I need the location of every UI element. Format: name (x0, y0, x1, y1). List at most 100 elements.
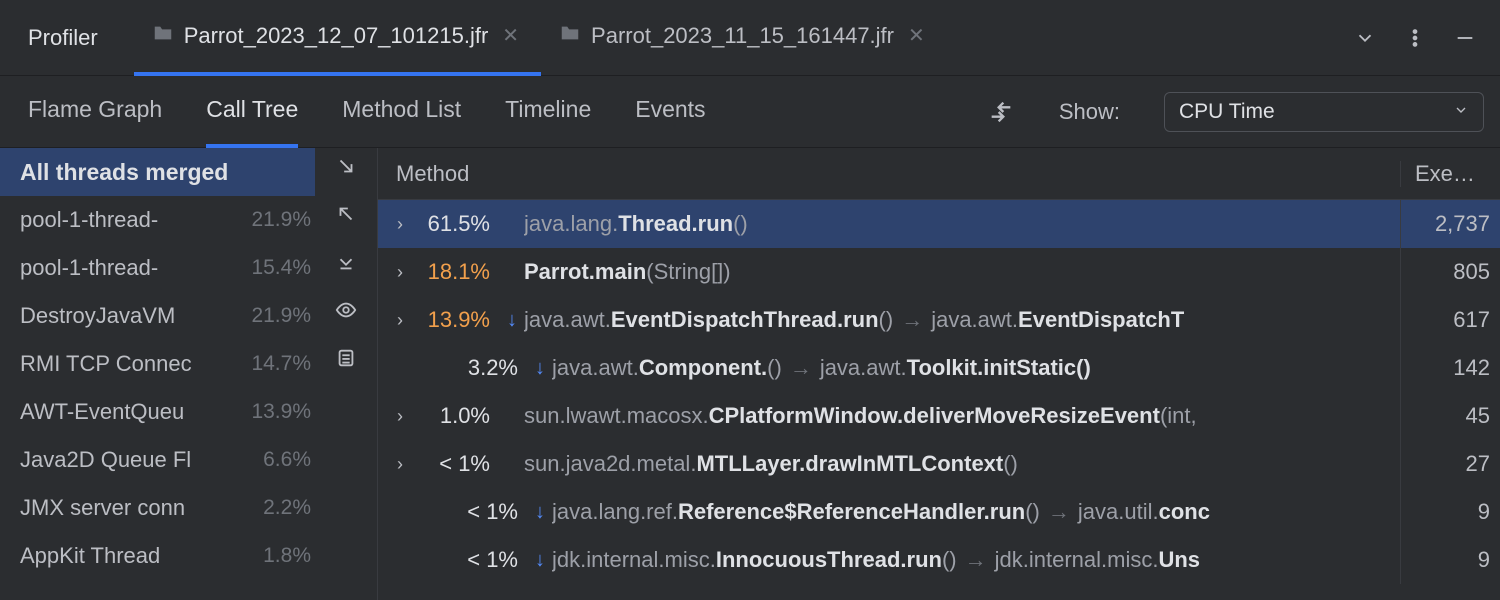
close-icon[interactable]: ✕ (498, 19, 523, 52)
threads-merged[interactable]: All threads merged (0, 148, 315, 196)
tree-pct: 13.9% (412, 307, 500, 333)
tree-cell-method: < 1%↓java.lang.ref.Reference$ReferenceHa… (378, 499, 1400, 525)
collapse-up-icon[interactable] (334, 202, 358, 226)
thread-name: pool-1-thread- (20, 255, 158, 281)
method-text: java.lang.Thread.run() (524, 211, 748, 237)
call-tree: Method Exe… ›61.5%java.lang.Thread.run()… (378, 148, 1500, 600)
thread-row[interactable]: AppKit Thread 1.8% (0, 532, 315, 580)
tree-pct: 18.1% (412, 259, 500, 285)
method-text: java.lang.ref.Reference$ReferenceHandler… (552, 499, 1210, 525)
thread-name: AppKit Thread (20, 543, 160, 569)
tree-cell-method: ›< 1% sun.java2d.metal.MTLLayer.drawInMTL… (378, 451, 1400, 477)
tree-cell-method: ›13.9%↓java.awt.EventDispatchThread.run(… (378, 307, 1400, 333)
expand-down-icon[interactable] (334, 154, 358, 178)
minimize-icon[interactable] (1454, 27, 1476, 49)
method-text: java.awt.Component.()→java.awt.Toolkit.i… (552, 355, 1091, 381)
thread-pct: 2.2% (257, 496, 311, 520)
column-exe[interactable]: Exe… (1400, 161, 1500, 187)
tree-cell-method: ›61.5% java.lang.Thread.run() (378, 211, 1400, 237)
thread-row[interactable]: JMX server conn2.2% (0, 484, 315, 532)
recursive-icon: ↓ (528, 501, 552, 524)
tree-pct: < 1% (440, 547, 528, 573)
tree-exe: 9 (1400, 488, 1500, 536)
thread-name: DestroyJavaVM (20, 303, 175, 329)
thread-row[interactable]: pool-1-thread-21.9% (0, 196, 315, 244)
method-text: java.awt.EventDispatchThread.run()→java.… (524, 307, 1184, 333)
show-select[interactable]: CPU Time (1164, 92, 1484, 132)
thread-pct: 21.9% (245, 304, 311, 328)
compare-icon[interactable] (987, 98, 1015, 126)
thread-panel: All threads merged pool-1-thread-21.9%po… (0, 148, 378, 600)
list-icon[interactable] (334, 346, 358, 370)
thread-pct: 14.7% (245, 352, 311, 376)
tree-pct: 61.5% (412, 211, 500, 237)
thread-pct: 6.6% (257, 448, 311, 472)
thread-pct: 15.4% (245, 256, 311, 280)
thread-name: pool-1-thread- (20, 207, 158, 233)
file-tab-active[interactable]: Parrot_2023_12_07_101215.jfr ✕ (134, 0, 541, 76)
main: All threads merged pool-1-thread-21.9%po… (0, 148, 1500, 600)
tree-cell-method: ›18.1% Parrot.main(String[]) (378, 259, 1400, 285)
title-actions (1354, 27, 1488, 49)
view-call-tree[interactable]: Call Tree (206, 76, 298, 148)
tree-pct: < 1% (412, 451, 500, 477)
thread-name: Java2D Queue Fl (20, 447, 191, 473)
tree-row[interactable]: ›13.9%↓java.awt.EventDispatchThread.run(… (378, 296, 1500, 344)
column-method[interactable]: Method (378, 161, 1400, 187)
thread-row[interactable]: pool-1-thread- 15.4% (0, 244, 315, 292)
tree-header: Method Exe… (378, 148, 1500, 200)
thread-name: All threads merged (20, 159, 228, 186)
chevron-down-icon[interactable] (1354, 27, 1376, 49)
recursive-icon: ↓ (528, 357, 552, 380)
recursive-icon: ↓ (500, 309, 524, 332)
close-icon[interactable]: ✕ (904, 19, 929, 52)
chevron-down-icon (1453, 100, 1469, 124)
tree-pct: 3.2% (440, 355, 528, 381)
thread-row[interactable]: AWT-EventQueu13.9% (0, 388, 315, 436)
tree-pct: < 1% (440, 499, 528, 525)
tree-row[interactable]: ›18.1% Parrot.main(String[]) 805 (378, 248, 1500, 296)
method-text: jdk.internal.misc.InnocuousThread.run()→… (552, 547, 1200, 573)
tree-exe: 45 (1400, 392, 1500, 440)
tree-row[interactable]: < 1%↓java.lang.ref.Reference$ReferenceHa… (378, 488, 1500, 536)
expander-icon[interactable]: › (388, 262, 412, 283)
tree-rows: ›61.5%java.lang.Thread.run()2,737›18.1%P… (378, 200, 1500, 600)
tree-exe: 2,737 (1400, 200, 1500, 248)
more-icon[interactable] (1404, 27, 1426, 49)
thread-row[interactable]: DestroyJavaVM 21.9% (0, 292, 315, 340)
method-text: Parrot.main(String[]) (524, 259, 731, 285)
thread-row[interactable]: Java2D Queue Fl 6.6% (0, 436, 315, 484)
view-events[interactable]: Events (635, 76, 705, 148)
expander-icon[interactable]: › (388, 454, 412, 475)
tree-row[interactable]: 3.2%↓java.awt.Component.()→java.awt.Tool… (378, 344, 1500, 392)
tree-cell-method: < 1%↓jdk.internal.misc.InnocuousThread.r… (378, 547, 1400, 573)
tree-row[interactable]: < 1%↓jdk.internal.misc.InnocuousThread.r… (378, 536, 1500, 584)
file-tab[interactable]: Parrot_2023_11_15_161447.jfr ✕ (541, 0, 947, 76)
tree-row[interactable]: ›1.0%sun.lwawt.macosx.CPlatformWindow.de… (378, 392, 1500, 440)
thread-row[interactable]: RMI TCP Connec14.7% (0, 340, 315, 388)
tree-exe: 617 (1400, 296, 1500, 344)
expander-icon[interactable]: › (388, 310, 412, 331)
view-method-list[interactable]: Method List (342, 76, 461, 148)
collapse-all-icon[interactable] (334, 250, 358, 274)
view-flame-graph[interactable]: Flame Graph (28, 76, 162, 148)
thread-list: All threads merged pool-1-thread-21.9%po… (0, 148, 315, 600)
expander-icon[interactable]: › (388, 214, 412, 235)
tree-cell-method: 3.2%↓java.awt.Component.()→java.awt.Tool… (378, 355, 1400, 381)
eye-icon[interactable] (334, 298, 358, 322)
thread-pct: 1.8% (257, 544, 311, 568)
thread-icon-strip (315, 148, 377, 600)
toolbar: Flame Graph Call Tree Method List Timeli… (0, 76, 1500, 148)
tree-exe: 27 (1400, 440, 1500, 488)
expander-icon[interactable]: › (388, 406, 412, 427)
folder-icon (152, 22, 174, 50)
tree-row[interactable]: ›61.5% java.lang.Thread.run() 2,737 (378, 200, 1500, 248)
view-timeline[interactable]: Timeline (505, 76, 591, 148)
thread-name: AWT-EventQueu (20, 399, 184, 425)
show-value: CPU Time (1179, 100, 1275, 124)
titlebar: Profiler Parrot_2023_12_07_101215.jfr ✕ … (0, 0, 1500, 76)
tree-row[interactable]: ›< 1% sun.java2d.metal.MTLLayer.drawInMTL… (378, 440, 1500, 488)
method-text: sun.lwawt.macosx.CPlatformWindow.deliver… (524, 403, 1197, 429)
method-text: sun.java2d.metal.MTLLayer.drawInMTLConte… (524, 451, 1018, 477)
tree-exe: 805 (1400, 248, 1500, 296)
